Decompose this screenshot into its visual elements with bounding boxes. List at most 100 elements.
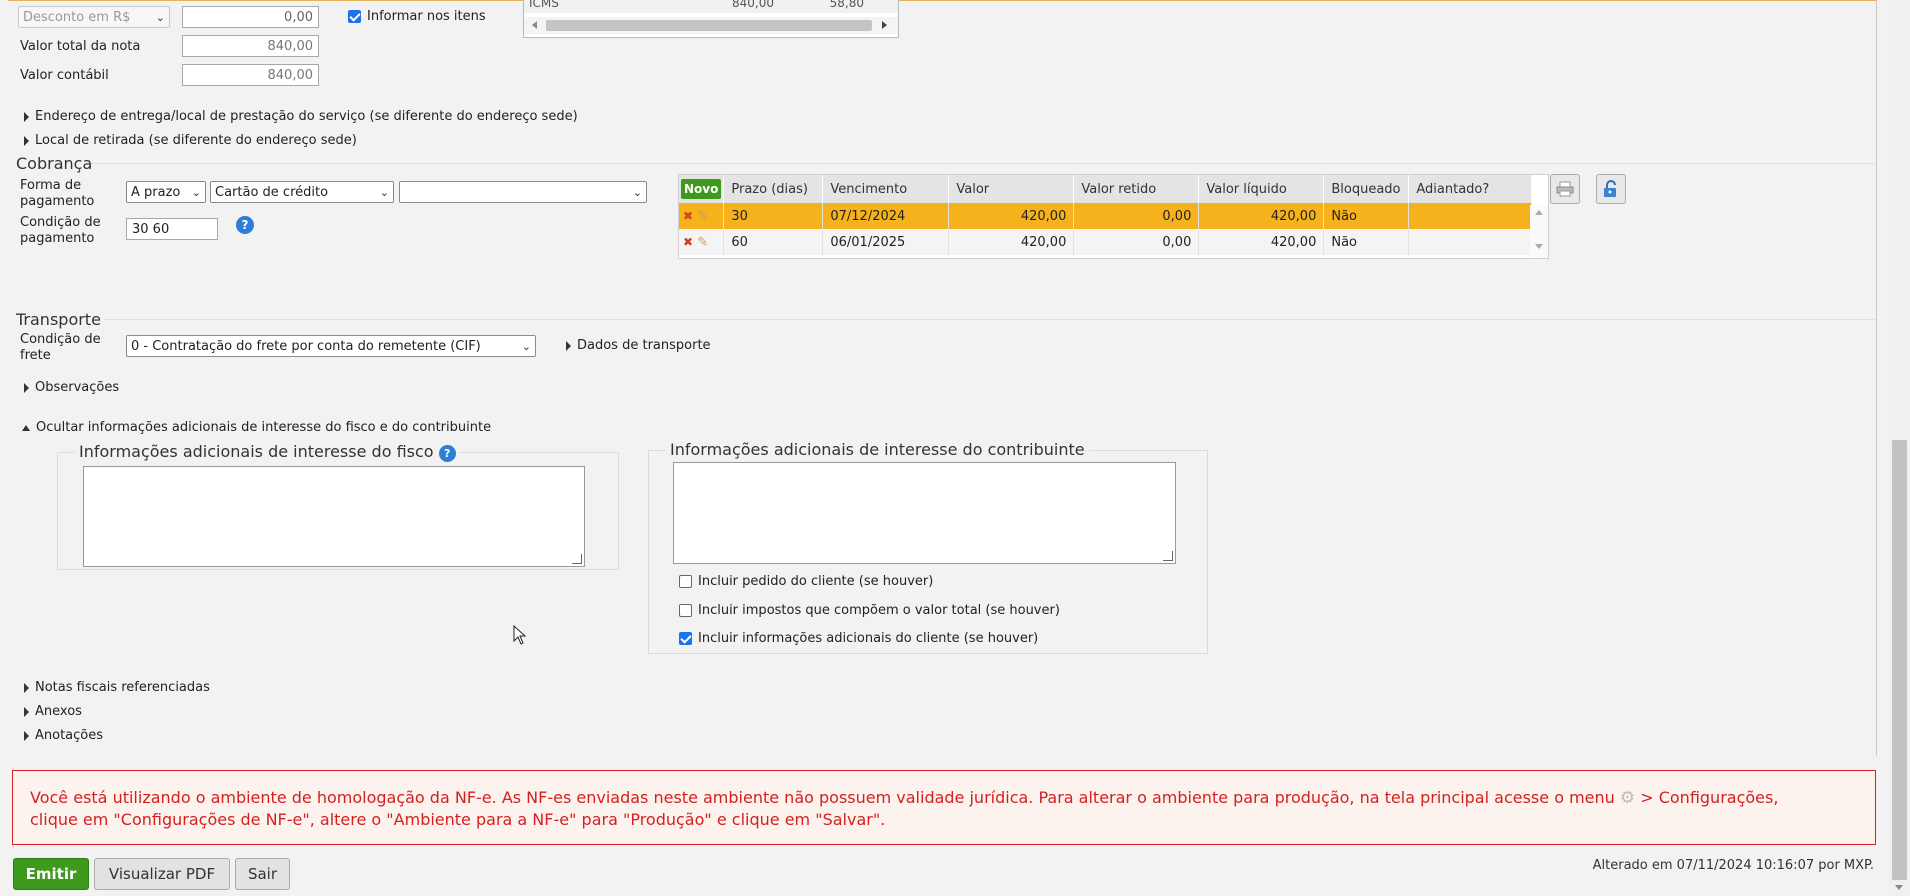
help-icon[interactable]: ? — [236, 216, 254, 234]
col-net[interactable]: Valor líquido — [1198, 175, 1325, 203]
preview-pdf-button[interactable]: Visualizar PDF — [94, 858, 230, 890]
resize-grip-icon[interactable] — [1163, 551, 1173, 561]
col-blocked[interactable]: Bloqueado — [1323, 175, 1410, 203]
cell-net: 420,00 — [1198, 203, 1325, 229]
payment-method-value: Cartão de crédito — [215, 184, 329, 200]
col-value[interactable]: Valor — [948, 175, 1075, 203]
tax-value: 58,80 — [829, 0, 864, 10]
caret-right-icon — [24, 730, 29, 741]
col-advance[interactable]: Adiantado? — [1408, 175, 1533, 203]
fisco-textarea[interactable] — [83, 466, 585, 567]
payment-method-select[interactable]: Cartão de crédito ⌄ — [210, 181, 394, 203]
print-button[interactable] — [1550, 174, 1580, 204]
scroll-down-icon[interactable] — [1535, 244, 1543, 249]
freight-label-line2: frete — [20, 348, 51, 363]
payment-extra-select[interactable]: ⌄ — [399, 181, 647, 203]
cell-blocked: Não — [1323, 229, 1410, 255]
freight-select[interactable]: 0 - Contratação do frete por conta do re… — [126, 335, 536, 357]
emit-button[interactable]: Emitir — [13, 858, 89, 890]
help-icon[interactable]: ? — [438, 445, 456, 462]
payment-condition-label-line2: pagamento — [20, 231, 95, 246]
alert-line-1-end: > Configurações, — [1640, 788, 1779, 807]
transport-title: Transporte — [16, 310, 101, 329]
unlock-button[interactable] — [1596, 174, 1626, 204]
hide-additional-expander[interactable]: Ocultar informações adicionais de intere… — [22, 420, 491, 436]
resize-grip-icon[interactable] — [572, 554, 582, 564]
accounting-value-input[interactable]: 840,00 — [182, 64, 319, 86]
grid-scrollbar[interactable] — [1530, 205, 1548, 258]
cell-blocked: Não — [1323, 203, 1410, 229]
include-taxes-label: Incluir impostos que compõem o valor tot… — [698, 603, 1060, 618]
caret-right-icon — [24, 682, 29, 693]
payment-form-label-line2: pagamento — [20, 194, 95, 209]
observations-expander[interactable]: Observações — [24, 380, 119, 396]
delivery-address-expander[interactable]: Endereço de entrega/local de prestação d… — [24, 109, 578, 125]
row-actions: ✖ ✎ — [679, 229, 725, 255]
caret-right-icon — [24, 706, 29, 717]
billing-title: Cobrança — [16, 154, 93, 173]
include-order-checkbox[interactable]: Incluir pedido do cliente (se houver) — [679, 574, 933, 590]
payment-type-select[interactable]: A prazo ⌄ — [126, 181, 206, 203]
checkbox-icon[interactable] — [348, 10, 361, 23]
last-modified-text: Alterado em 07/11/2024 10:16:07 por MXP. — [1592, 858, 1874, 873]
table-row[interactable]: ✖ ✎ 60 06/01/2025 420,00 0,00 420,00 Não — [679, 229, 1533, 255]
page-scrollbar[interactable] — [1889, 0, 1910, 896]
table-row[interactable]: ✖ ✎ 30 07/12/2024 420,00 0,00 420,00 Não — [679, 203, 1533, 229]
transport-details-label: Dados de transporte — [577, 338, 711, 353]
total-label: Valor total da nota — [20, 39, 141, 54]
freight-value: 0 - Contratação do frete por conta do re… — [131, 338, 481, 354]
cell-value: 420,00 — [948, 229, 1075, 255]
include-taxes-checkbox[interactable]: Incluir impostos que compõem o valor tot… — [679, 603, 1060, 619]
new-button-cell: Novo — [679, 175, 725, 203]
attachments-expander[interactable]: Anexos — [24, 704, 82, 720]
notes-expander[interactable]: Anotações — [24, 728, 103, 744]
inform-items-checkbox[interactable]: Informar nos itens — [348, 9, 486, 25]
delete-icon[interactable]: ✖ — [683, 235, 693, 249]
scroll-thumb[interactable] — [1892, 440, 1907, 880]
lock-icon — [1604, 180, 1616, 197]
new-installment-button[interactable]: Novo — [681, 179, 722, 199]
checkbox-icon[interactable] — [679, 632, 692, 645]
checkbox-icon[interactable] — [679, 575, 692, 588]
horizontal-scrollbar[interactable] — [524, 17, 898, 34]
billing-divider — [85, 163, 1875, 164]
total-value-input[interactable]: 840,00 — [182, 35, 319, 57]
checkbox-icon[interactable] — [679, 604, 692, 617]
col-due[interactable]: Vencimento — [822, 175, 950, 203]
contrib-textarea[interactable] — [673, 462, 1176, 564]
table-header: Novo Prazo (dias) Vencimento Valor Valor… — [679, 175, 1533, 203]
delete-icon[interactable]: ✖ — [683, 209, 693, 223]
pickup-address-expander[interactable]: Local de retirada (se diferente do ender… — [24, 133, 357, 149]
delivery-address-label: Endereço de entrega/local de prestação d… — [35, 109, 578, 124]
printer-icon — [1556, 181, 1574, 197]
scroll-down-icon[interactable] — [1895, 885, 1903, 890]
payment-type-value: A prazo — [131, 184, 181, 200]
inform-items-label: Informar nos itens — [367, 9, 486, 24]
edit-icon[interactable]: ✎ — [697, 209, 708, 224]
alert-line-1: Você está utilizando o ambiente de homol… — [30, 787, 1875, 809]
alert-line-2: clique em "Configurações de NF-e", alter… — [30, 810, 886, 829]
scroll-left-icon[interactable] — [532, 21, 537, 29]
edit-icon[interactable]: ✎ — [697, 235, 708, 250]
scroll-up-icon[interactable] — [1535, 210, 1543, 215]
scroll-right-icon[interactable] — [882, 21, 887, 29]
discount-type-select[interactable]: Desconto em R$ ⌄ — [18, 6, 170, 28]
include-client-info-checkbox[interactable]: Incluir informações adicionais do client… — [679, 631, 1038, 647]
referenced-notes-expander[interactable]: Notas fiscais referenciadas — [24, 680, 210, 696]
payment-condition-label: Condição de pagamento — [20, 215, 101, 247]
scroll-thumb[interactable] — [546, 20, 872, 31]
fisco-title-text: Informações adicionais de interesse do f… — [79, 442, 434, 461]
payment-condition-input[interactable]: 30 60 — [126, 218, 218, 240]
chevron-down-icon: ⌄ — [191, 185, 201, 199]
col-withheld[interactable]: Valor retido — [1073, 175, 1200, 203]
col-days[interactable]: Prazo (dias) — [723, 175, 824, 203]
chevron-down-icon: ⌄ — [155, 10, 165, 24]
tax-row: ICMS 840,00 58,80 — [524, 0, 898, 13]
transport-details-expander[interactable]: Dados de transporte — [566, 338, 711, 354]
transport-divider — [104, 319, 1875, 320]
exit-button[interactable]: Sair — [235, 858, 290, 890]
alert-line-1-text: Você está utilizando o ambiente de homol… — [30, 788, 1615, 807]
observations-label: Observações — [35, 380, 120, 395]
discount-value-input[interactable]: 0,00 — [182, 6, 319, 28]
cell-advance — [1408, 203, 1533, 229]
